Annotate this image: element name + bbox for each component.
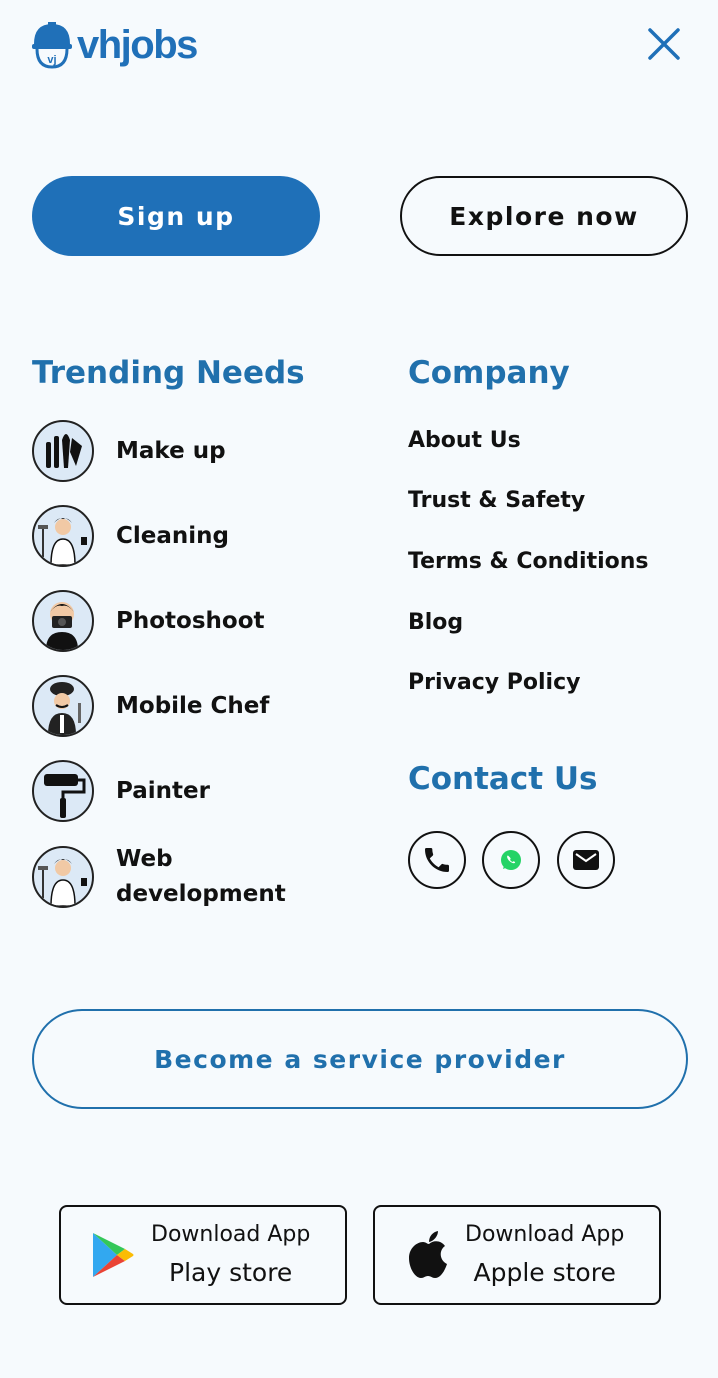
whatsapp-button[interactable] (482, 831, 540, 889)
trending-item-label: Web development (116, 846, 286, 907)
logo-text: vhjobs (77, 23, 198, 67)
phone-icon (425, 848, 449, 872)
trending-item-mobile-chef[interactable]: Mobile Chef (32, 673, 269, 739)
cleaner-person-icon (32, 846, 94, 908)
email-button[interactable] (557, 831, 615, 889)
apple-store-line1: Download App (465, 1222, 625, 1247)
trust-safety-link[interactable]: Trust & Safety (408, 488, 585, 513)
play-store-line1: Download App (151, 1222, 311, 1247)
chef-icon (32, 675, 94, 737)
logo[interactable]: vj vhjobs (31, 20, 198, 70)
trending-item-cleaning[interactable]: Cleaning (32, 503, 229, 569)
svg-text:vj: vj (47, 54, 56, 66)
signup-button[interactable]: Sign up (32, 176, 320, 256)
trending-item-web-development[interactable]: Web development (32, 844, 296, 910)
trending-item-makeup[interactable]: Make up (32, 418, 226, 484)
play-store-line2: Play store (169, 1258, 293, 1287)
trending-item-label: Painter (116, 777, 210, 804)
about-us-link[interactable]: About Us (408, 428, 521, 453)
contact-us-heading: Contact Us (408, 761, 598, 797)
close-icon[interactable] (646, 26, 682, 62)
trending-item-label: Photoshoot (116, 607, 265, 634)
paint-roller-icon (32, 760, 94, 822)
email-icon (573, 850, 599, 870)
trending-item-label: Cleaning (116, 522, 229, 549)
trending-item-painter[interactable]: Painter (32, 758, 210, 824)
explore-now-button[interactable]: Explore now (400, 176, 688, 256)
apple-store-button[interactable]: Download App Apple store (373, 1205, 661, 1305)
play-store-button[interactable]: Download App Play store (59, 1205, 347, 1305)
trending-item-label: Mobile Chef (116, 692, 270, 719)
google-play-icon (93, 1233, 134, 1277)
trending-needs-heading: Trending Needs (32, 355, 305, 391)
cleaner-person-icon (32, 505, 94, 567)
whatsapp-icon (501, 850, 521, 870)
photographer-icon (32, 590, 94, 652)
privacy-policy-link[interactable]: Privacy Policy (408, 670, 580, 695)
trending-item-label: Make up (116, 437, 226, 464)
become-service-provider-button[interactable]: Become a service provider (32, 1009, 688, 1109)
blog-link[interactable]: Blog (408, 610, 463, 635)
trending-item-photoshoot[interactable]: Photoshoot (32, 588, 265, 654)
company-heading: Company (408, 355, 570, 391)
apple-store-line2: Apple store (473, 1258, 616, 1287)
phone-button[interactable] (408, 831, 466, 889)
makeup-brushes-icon (32, 420, 94, 482)
helmet-logo-icon: vj (32, 22, 72, 69)
terms-conditions-link[interactable]: Terms & Conditions (408, 549, 649, 574)
apple-icon (409, 1231, 447, 1278)
